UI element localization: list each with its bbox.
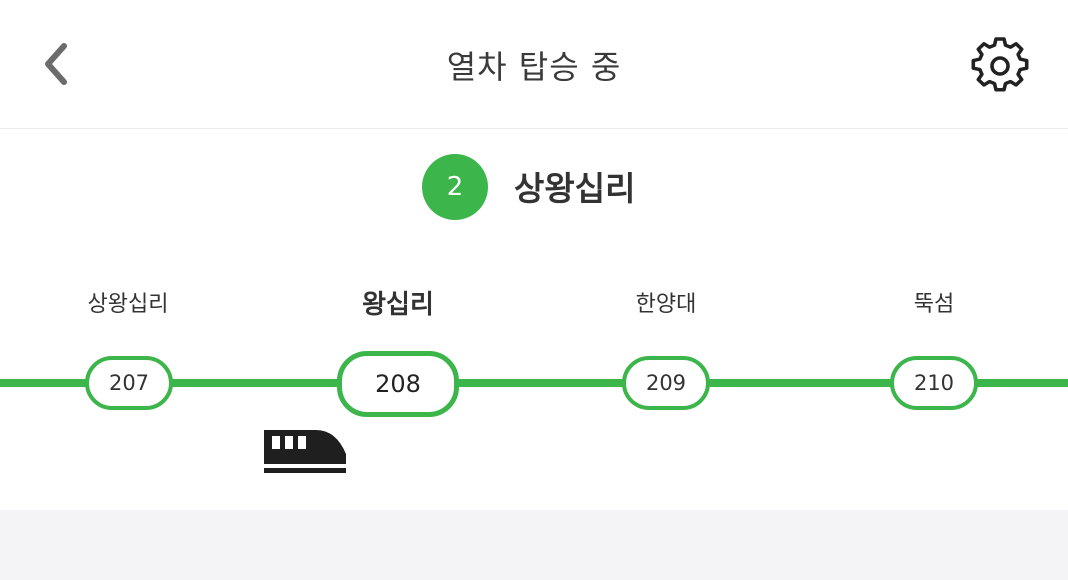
- line-header: 2 상왕십리: [0, 150, 1068, 220]
- station-code-210[interactable]: 210: [890, 356, 978, 410]
- bottom-panel: [0, 510, 1068, 580]
- settings-button[interactable]: [966, 32, 1034, 100]
- page-title: 열차 탑승 중: [446, 48, 622, 86]
- station-name-209[interactable]: 한양대: [586, 286, 746, 318]
- current-station-title: 상왕십리: [514, 169, 636, 208]
- gear-icon: [971, 37, 1029, 92]
- line-number-badge: 2: [422, 154, 488, 220]
- station-name-207[interactable]: 상왕십리: [48, 286, 208, 318]
- train-icon: [264, 430, 346, 473]
- station-code-207[interactable]: 207: [85, 356, 173, 410]
- station-name-210[interactable]: 뚝섬: [854, 286, 1014, 318]
- station-code-209[interactable]: 209: [622, 356, 710, 410]
- app-header: 열차 탑승 중: [0, 0, 1068, 129]
- station-code-208[interactable]: 208: [337, 351, 459, 417]
- station-name-208[interactable]: 왕십리: [318, 284, 478, 321]
